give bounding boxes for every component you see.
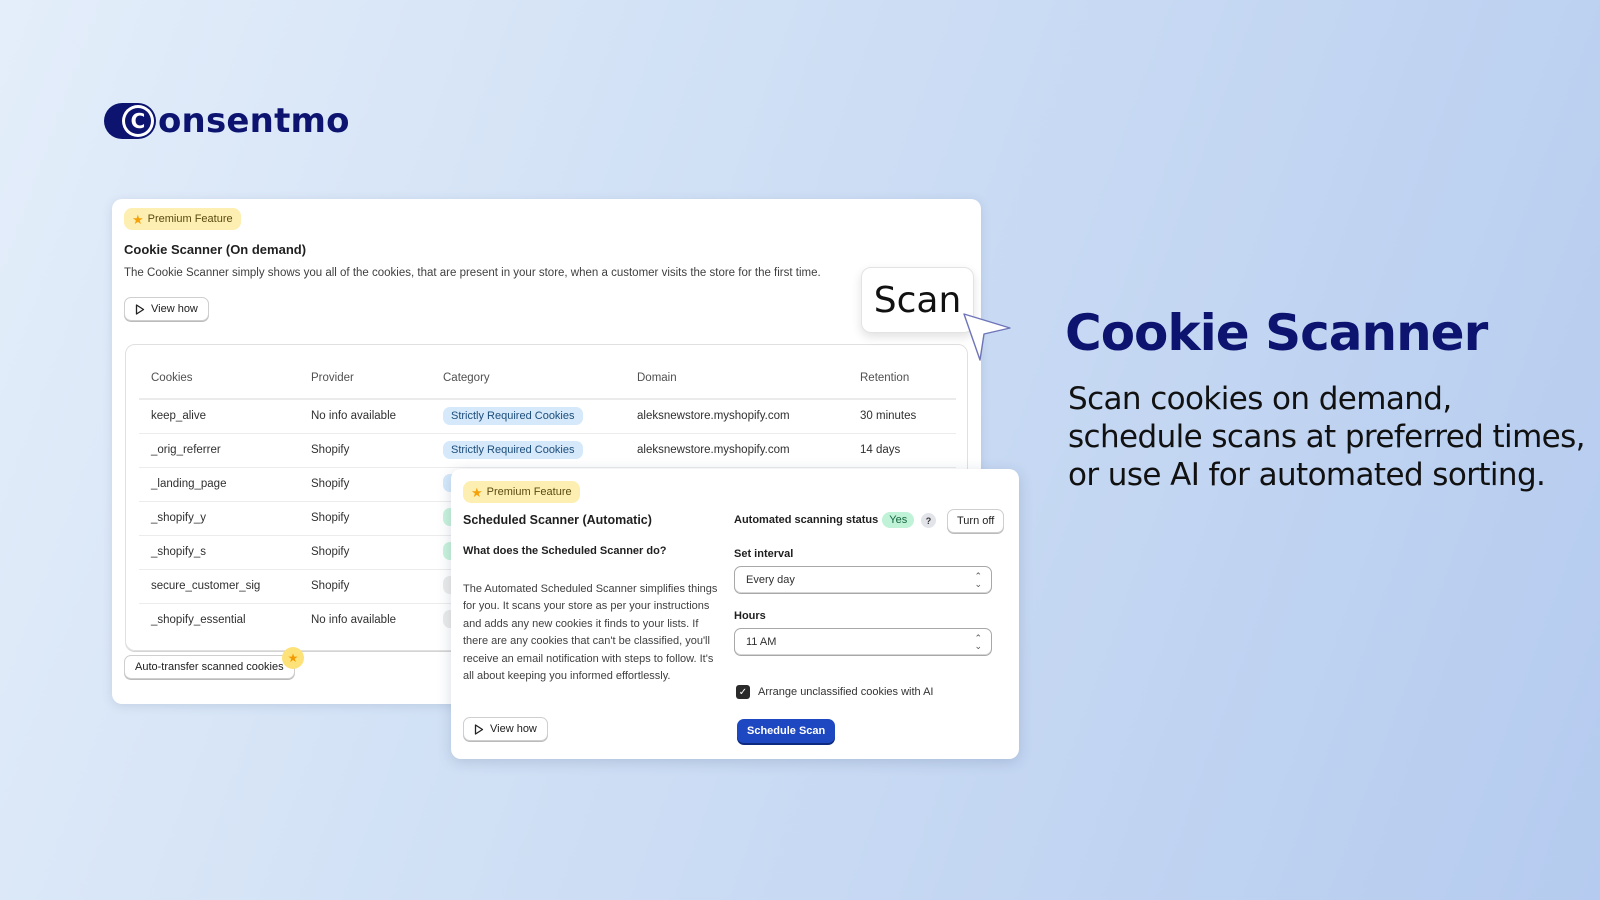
scheduled-scanner-question: What does the Scheduled Scanner do? [463, 545, 667, 557]
cell-provider: Shopify [299, 569, 431, 604]
cell-cookie: _landing_page [139, 467, 299, 502]
category-badge: Strictly Required Cookies [443, 441, 583, 459]
cell-cookie: _shopify_s [139, 535, 299, 570]
cell-domain: aleksnewstore.myshopify.com [625, 433, 848, 468]
play-icon [474, 723, 484, 735]
premium-feature-badge: ★ Premium Feature [124, 208, 241, 230]
card-title: Cookie Scanner (On demand) [124, 242, 307, 257]
premium-star-icon: ★ [282, 647, 304, 669]
cell-retention: 30 minutes [848, 399, 956, 434]
hero-subtitle: Scan cookies on demand, schedule scans a… [1068, 381, 1586, 493]
star-icon: ★ [132, 211, 144, 227]
cell-cookie: _shopify_y [139, 501, 299, 536]
checkmark-icon: ✓ [738, 686, 748, 698]
card-description: The Cookie Scanner simply shows you all … [124, 267, 821, 279]
cell-cookie: secure_customer_sig [139, 569, 299, 604]
column-header-cookies[interactable]: Cookies [139, 357, 299, 400]
cell-provider: Shopify [299, 467, 431, 502]
column-header-retention[interactable]: Retention [848, 357, 956, 400]
view-how-button[interactable]: View how [124, 297, 209, 321]
cell-provider: Shopify [299, 535, 431, 570]
ai-arrange-checkbox[interactable]: ✓ [736, 685, 750, 699]
scheduled-scanner-title: Scheduled Scanner (Automatic) [463, 513, 652, 527]
interval-select[interactable]: Every day ⌃ ⌄ [734, 566, 992, 594]
cell-cookie: _shopify_essential [151, 614, 246, 627]
play-icon [135, 303, 145, 315]
hours-select[interactable]: 11 AM ⌃ ⌄ [734, 628, 992, 656]
consentmo-logo: C onsentmo [104, 103, 350, 139]
category-badge: Strictly Required Cookies [443, 407, 583, 426]
scheduled-scanner-card: ★ Premium Feature Scheduled Scanner (Aut… [451, 469, 1019, 759]
cell-category: Strictly Required Cookies [431, 433, 625, 468]
view-how-button[interactable]: View how [463, 717, 548, 741]
table-row[interactable]: keep_alive No info available Strictly Requ… [139, 399, 956, 434]
cell-cookie: _orig_referrer [139, 433, 299, 468]
ai-arrange-checkbox-label: Arrange unclassified cookies with AI [758, 686, 934, 698]
logo-mark: C [104, 103, 156, 139]
automated-scanning-status: Automated scanning status Yes [734, 512, 915, 528]
star-icon: ★ [471, 484, 483, 500]
table-row[interactable]: _orig_referrer Shopify Strictly Required C… [139, 433, 956, 468]
cell-provider: No info available [311, 614, 397, 627]
cell-category: Strictly Required Cookies [431, 399, 625, 434]
set-interval-label: Set interval [734, 548, 794, 560]
cell-provider: Shopify [299, 501, 431, 536]
scan-button[interactable]: Scan [861, 267, 974, 333]
table-header-row: Cookies Provider Category Domain Retenti… [139, 357, 956, 400]
select-chevrons-icon: ⌃ ⌄ [974, 633, 982, 651]
cell-provider: No info available [299, 399, 431, 434]
column-header-provider[interactable]: Provider [299, 357, 431, 400]
mouse-cursor-icon [963, 313, 1011, 361]
cell-cookie: keep_alive [139, 399, 299, 434]
schedule-scan-button[interactable]: Schedule Scan [737, 719, 836, 743]
cell-provider: Shopify [299, 433, 431, 468]
help-icon[interactable]: ? [921, 513, 936, 528]
turn-off-button[interactable]: Turn off [947, 509, 1005, 533]
hero-title: Cookie Scanner [1065, 304, 1488, 362]
status-badge: Yes [882, 512, 915, 528]
logo-text: onsentmo [158, 101, 350, 141]
select-chevrons-icon: ⌃ ⌄ [974, 571, 982, 589]
column-header-domain[interactable]: Domain [625, 357, 848, 400]
cell-domain: aleksnewstore.myshopify.com [625, 399, 848, 434]
premium-feature-badge: ★ Premium Feature [463, 481, 580, 503]
column-header-category[interactable]: Category [431, 357, 625, 400]
scheduled-scanner-description: The Automated Scheduled Scanner simplifi… [463, 583, 718, 683]
hours-label: Hours [734, 610, 766, 622]
cell-retention: 14 days [848, 433, 956, 468]
auto-transfer-scanned-cookies-button[interactable]: Auto-transfer scanned cookies [124, 655, 295, 679]
